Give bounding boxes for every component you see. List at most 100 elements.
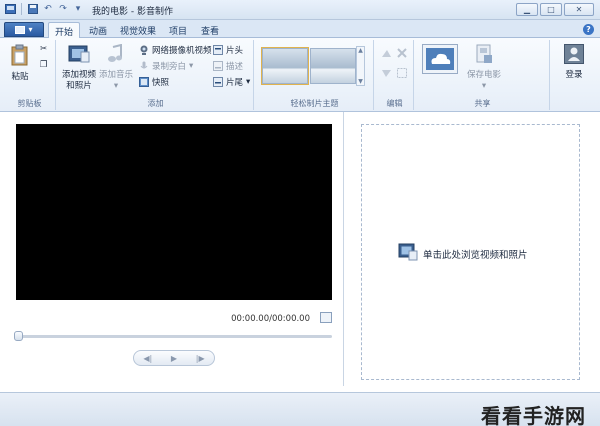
copy-button[interactable]: ❐ xyxy=(38,60,49,70)
paste-button[interactable]: 粘贴 xyxy=(8,44,32,83)
theme-gallery-scroll[interactable]: ▲ ▼ xyxy=(356,46,365,86)
webcam-icon xyxy=(138,45,149,55)
remove-icon xyxy=(396,48,407,58)
webcam-video-label: 网络摄像机视频 xyxy=(152,46,212,56)
title-bar: ↶ ↷ ▾ 我的电影 - 影音制作 ▁ □ ✕ xyxy=(0,0,600,20)
ribbon: 粘贴 ✂ ❐ 剪贴板 添加视频 和照片 添加音乐 ▾ 网络摄像机视频 录制旁白 … xyxy=(0,38,600,112)
cut-button[interactable]: ✂ xyxy=(38,44,49,54)
browse-videos-photos-link[interactable]: 单击此处浏览视频和照片 xyxy=(398,243,528,264)
preview-pane: 00:00.00/00:00.00 ◀| ▶ |▶ xyxy=(6,118,342,386)
save-movie-icon xyxy=(475,44,493,68)
music-note-icon xyxy=(107,43,125,68)
add-videos-label-line2: 和照片 xyxy=(66,81,92,91)
credits-button[interactable]: 片尾 ▾ xyxy=(212,76,250,88)
window-controls: ▁ □ ✕ xyxy=(516,3,594,16)
group-label-themes: 轻松制片主题 xyxy=(290,99,339,108)
select-all-button[interactable] xyxy=(396,68,407,78)
sign-in-button[interactable]: 登录 xyxy=(558,44,590,81)
watermark-text: 看看手游网 xyxy=(481,404,586,426)
caption-button[interactable]: 描述 xyxy=(212,60,243,72)
title-button[interactable]: 片头 xyxy=(212,44,243,56)
separator xyxy=(21,3,22,15)
rotate-right-icon xyxy=(381,68,392,78)
add-videos-label-line1: 添加视频 xyxy=(62,70,97,80)
film-icon xyxy=(68,44,90,68)
minimize-button[interactable]: ▁ xyxy=(516,3,538,16)
title-icon xyxy=(212,45,223,55)
webcam-video-button[interactable]: 网络摄像机视频 xyxy=(138,44,212,56)
theme-thumbnail[interactable] xyxy=(261,47,309,85)
scroll-down-icon[interactable]: ▼ xyxy=(358,78,363,85)
remove-button[interactable] xyxy=(396,48,407,58)
credits-icon xyxy=(212,77,223,87)
group-themes: ▲ ▼ 轻松制片主题 xyxy=(256,40,374,110)
tab-project[interactable]: 项目 xyxy=(164,23,192,38)
help-icon[interactable]: ? xyxy=(583,24,594,35)
snapshot-label: 快照 xyxy=(152,78,170,88)
select-all-icon xyxy=(396,68,407,78)
tab-animations[interactable]: 动画 xyxy=(84,23,112,38)
user-icon xyxy=(564,44,584,68)
video-preview[interactable] xyxy=(16,124,332,300)
save-movie-button[interactable]: 保存电影 ▾ xyxy=(464,44,504,92)
app-menu-button[interactable]: ▾ xyxy=(4,22,44,37)
save-movie-label: 保存电影 xyxy=(466,70,501,80)
theme-thumbnail[interactable] xyxy=(310,48,356,84)
cut-icon: ✂ xyxy=(39,44,48,54)
credits-label: 片尾 xyxy=(226,78,244,88)
sign-in-label: 登录 xyxy=(565,70,583,80)
save-icon[interactable] xyxy=(27,3,39,15)
group-label-add: 添加 xyxy=(147,99,164,108)
scroll-up-icon[interactable]: ▲ xyxy=(358,47,363,54)
next-frame-button[interactable]: |▶ xyxy=(196,354,205,363)
rotate-left-button[interactable] xyxy=(381,48,392,58)
seek-handle[interactable] xyxy=(14,331,23,341)
group-share: 保存电影 ▾ 共享 xyxy=(416,40,550,110)
record-narration-button[interactable]: 录制旁白 ▾ xyxy=(138,60,193,72)
rotate-left-icon xyxy=(381,48,392,58)
group-sign-in: 登录 xyxy=(552,40,596,110)
tab-home[interactable]: 开始 xyxy=(48,22,80,39)
maximize-button[interactable]: □ xyxy=(540,3,562,16)
snapshot-icon xyxy=(138,77,149,87)
close-button[interactable]: ✕ xyxy=(564,3,594,16)
group-label-share: 共享 xyxy=(474,99,491,108)
app-menu-arrow-icon: ▾ xyxy=(28,25,33,34)
split-preview-button[interactable] xyxy=(320,312,332,323)
customize-quick-access-icon[interactable]: ▾ xyxy=(72,3,84,15)
tab-view[interactable]: 查看 xyxy=(196,23,224,38)
caption-label: 描述 xyxy=(226,62,244,72)
play-button[interactable]: ▶ xyxy=(171,354,177,363)
group-add: 添加视频 和照片 添加音乐 ▾ 网络摄像机视频 录制旁白 ▾ 快照 片头 描述 … xyxy=(58,40,254,110)
credits-arrow-icon: ▾ xyxy=(246,77,251,87)
quick-access-toolbar: ↶ ↷ ▾ xyxy=(4,3,84,15)
previous-frame-button[interactable]: ◀| xyxy=(143,354,152,363)
storyboard-area[interactable]: 单击此处浏览视频和照片 xyxy=(361,124,580,380)
rotate-right-button[interactable] xyxy=(381,68,392,78)
snapshot-button[interactable]: 快照 xyxy=(138,76,169,88)
ribbon-tab-row: ▾ 开始 动画 视觉效果 项目 查看 ? xyxy=(0,20,600,39)
redo-icon[interactable]: ↷ xyxy=(57,3,69,15)
copy-icon: ❐ xyxy=(39,60,48,70)
save-movie-arrow-icon: ▾ xyxy=(481,81,487,91)
add-videos-and-photos-button[interactable]: 添加视频 和照片 xyxy=(62,44,96,92)
record-narration-label: 录制旁白 xyxy=(152,62,187,72)
paste-icon xyxy=(10,44,30,70)
film-icon xyxy=(398,243,418,264)
paste-label: 粘贴 xyxy=(11,72,29,82)
tab-visual-effects[interactable]: 视觉效果 xyxy=(116,23,160,38)
window-title: 我的电影 - 影音制作 xyxy=(92,7,173,17)
playback-controls: ◀| ▶ |▶ xyxy=(133,350,215,366)
add-music-button[interactable]: 添加音乐 ▾ xyxy=(98,43,134,92)
add-music-arrow-icon: ▾ xyxy=(113,81,119,91)
undo-icon[interactable]: ↶ xyxy=(42,3,54,15)
caption-icon xyxy=(212,61,223,71)
skydrive-button[interactable] xyxy=(420,44,460,80)
group-label-clipboard: 剪贴板 xyxy=(17,99,42,108)
pane-splitter[interactable] xyxy=(343,112,344,386)
seek-bar[interactable] xyxy=(16,335,332,338)
group-label-editing: 编辑 xyxy=(386,99,403,108)
add-music-label: 添加音乐 xyxy=(98,70,133,80)
app-icon xyxy=(4,3,16,15)
browse-label: 单击此处浏览视频和照片 xyxy=(423,249,528,261)
